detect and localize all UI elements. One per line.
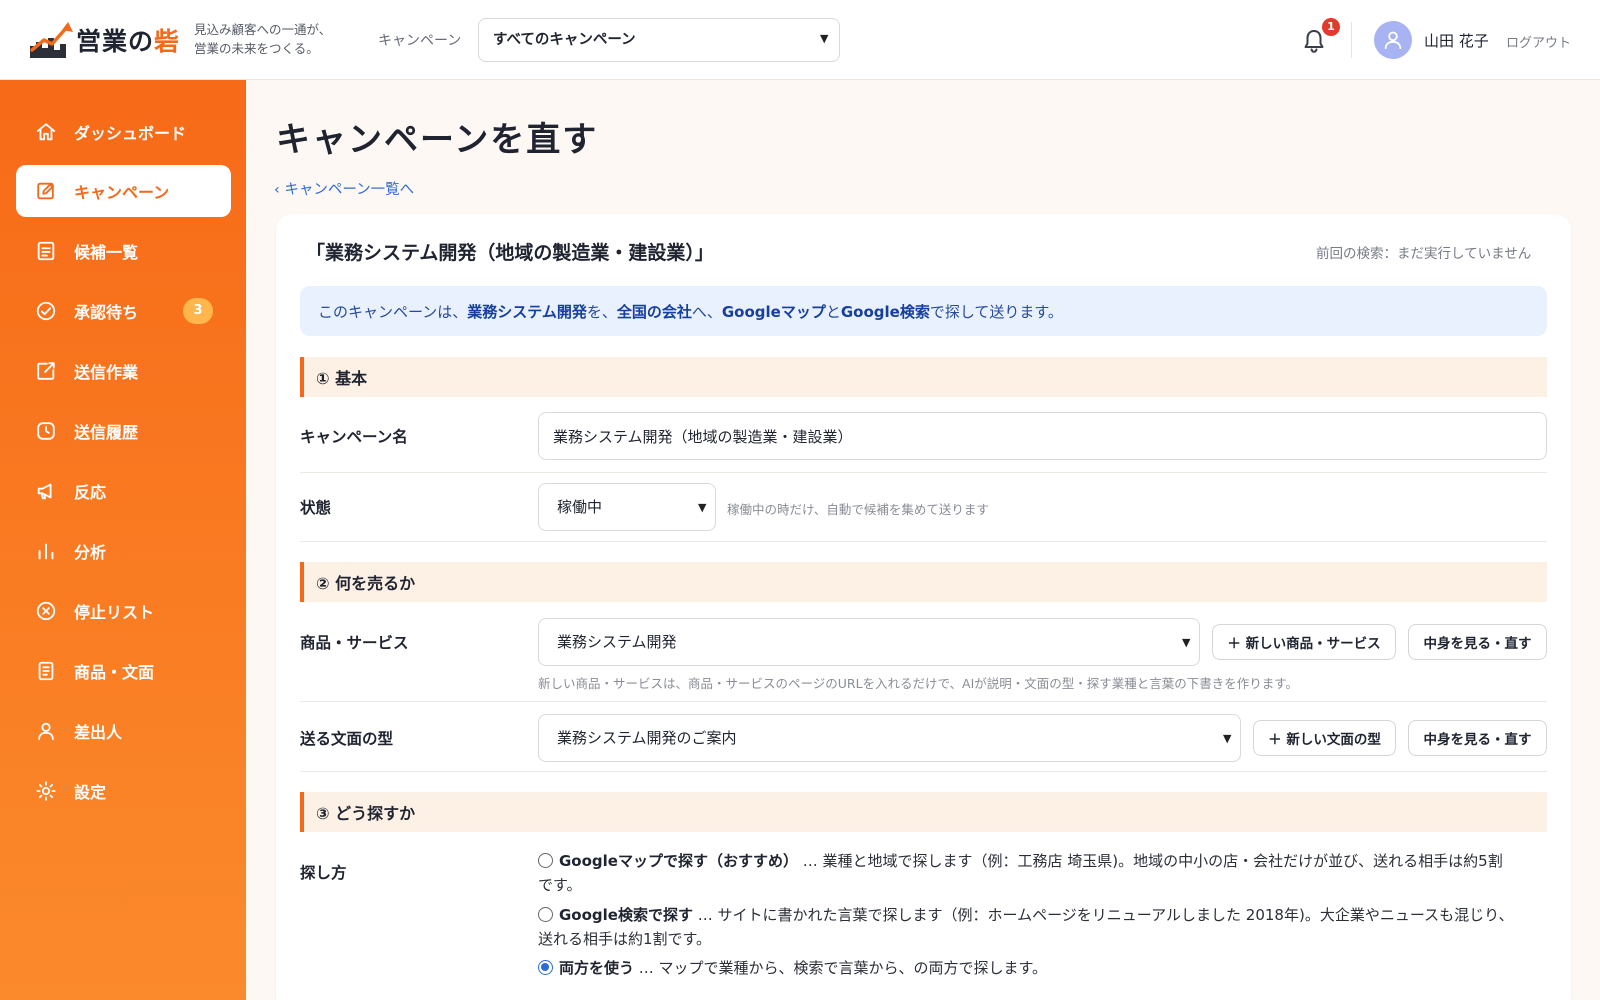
tagline: 見込み顧客への一通が、 営業の未来をつくる。	[194, 22, 332, 56]
bell-icon[interactable]	[1302, 28, 1326, 54]
document-icon	[34, 659, 58, 683]
campaign-name-label: キャンペーン名	[300, 428, 408, 446]
check-circle-icon	[34, 299, 58, 323]
sidebar-item-label: 停止リスト	[74, 603, 155, 622]
campaign-filter-label: キャンペーン	[378, 33, 462, 49]
logo-text: 営業の砦	[76, 27, 181, 56]
sidebar-item-label: 送信作業	[74, 363, 139, 382]
approval-count-badge: 3	[183, 298, 213, 324]
status-select[interactable]: 稼働中	[538, 483, 716, 531]
sidebar-item-label: ダッシュボード	[74, 124, 187, 143]
sidebar-item-products[interactable]: 商品・文面	[16, 645, 231, 697]
sidebar-item-stop-list[interactable]: 停止リスト	[16, 585, 231, 637]
sidebar-item-analytics[interactable]: 分析	[16, 525, 231, 577]
search-option-maps[interactable]: Googleマップで探す（おすすめ） … 業種と地域で探します（例：工務店 埼玉…	[538, 849, 1538, 897]
bar-chart-icon	[34, 539, 58, 563]
status-hint: 稼働中の時だけ、自動で候補を集めて送ります	[727, 502, 989, 517]
campaign-filter-select[interactable]: すべてのキャンペーン	[478, 18, 840, 62]
template-select[interactable]: 業務システム開発のご案内	[538, 714, 1241, 762]
sidebar-item-campaign[interactable]: キャンペーン	[16, 165, 231, 217]
x-circle-icon	[34, 599, 58, 623]
search-option-both[interactable]: 両方を使う … マップで業種から、検索で言葉から、の両方で探します。	[538, 956, 1538, 980]
campaign-summary-banner: このキャンペーンは、 業務システム開発 を、 全国の会社 へ、 Googleマップと Go…	[300, 286, 1547, 336]
sidebar-item-label: 候補一覧	[74, 243, 139, 262]
gear-icon	[34, 779, 58, 803]
sidebar-item-send-task[interactable]: 送信作業	[16, 345, 231, 397]
view-product-button[interactable]: 中身を見る・直す	[1408, 624, 1547, 660]
search-option-web[interactable]: Google検索で探す … サイトに書かれた言葉で探します（例：ホームページをリ…	[538, 903, 1538, 951]
top-header: 営業の砦 見込み顧客への一通が、 営業の未来をつくる。 キャンペーン すべてのキ…	[0, 0, 1600, 80]
new-template-button[interactable]: ＋ 新しい文面の型	[1253, 720, 1396, 756]
sidebar-item-candidates[interactable]: 候補一覧	[16, 225, 231, 277]
user-icon	[34, 719, 58, 743]
both-radio[interactable]	[538, 960, 553, 975]
web-search-radio[interactable]	[538, 907, 553, 922]
sidebar-item-label: キャンペーン	[74, 183, 170, 202]
sidebar-item-dashboard[interactable]: ダッシュボード	[16, 106, 231, 158]
sidebar-item-label: 分析	[74, 543, 107, 562]
megaphone-icon	[34, 479, 58, 503]
sidebar: ダッシュボード キャンペーン 候補一覧 承認待ち 3 送信作業 送信履歴 反応 …	[0, 80, 246, 1000]
sidebar-item-approval[interactable]: 承認待ち 3	[16, 285, 231, 337]
maps-radio[interactable]	[538, 853, 553, 868]
sidebar-item-send-history[interactable]: 送信履歴	[16, 405, 231, 457]
sidebar-item-settings[interactable]: 設定	[16, 765, 231, 817]
search-method-label: 探し方	[300, 864, 347, 882]
avatar[interactable]	[1374, 21, 1412, 59]
sidebar-item-label: 差出人	[74, 723, 123, 742]
back-to-campaign-list-link[interactable]: ‹ キャンペーン一覧へ	[274, 178, 414, 199]
list-icon	[34, 239, 58, 263]
product-select[interactable]: 業務システム開発	[538, 618, 1200, 666]
last-search-status: 前回の検索：まだ実行していません	[1316, 246, 1532, 262]
external-edit-icon	[34, 359, 58, 383]
home-icon	[34, 120, 58, 144]
notification-badge: 1	[1322, 18, 1340, 36]
clock-icon	[34, 419, 58, 443]
row-divider	[300, 771, 1547, 772]
logout-link[interactable]: ログアウト	[1506, 32, 1571, 51]
sidebar-item-label: 反応	[74, 483, 107, 502]
section-how-to-search-header: ③ どう探すか	[300, 792, 1547, 832]
row-divider	[300, 472, 1547, 473]
sidebar-item-label: 承認待ち	[74, 303, 139, 322]
product-label: 商品・サービス	[300, 634, 409, 652]
fortress-logo-icon	[30, 22, 73, 58]
app-logo[interactable]: 営業の砦	[28, 18, 180, 62]
user-name: 山田 花子	[1424, 32, 1489, 50]
page-title: キャンペーンを直す	[276, 120, 599, 160]
campaign-title: 「業務システム開発（地域の製造業・建設業）」	[306, 242, 714, 264]
sidebar-item-label: 商品・文面	[74, 663, 155, 682]
campaign-name-input[interactable]	[538, 412, 1547, 460]
sidebar-item-response[interactable]: 反応	[16, 465, 231, 517]
new-product-button[interactable]: ＋ 新しい商品・サービス	[1212, 624, 1396, 660]
template-label: 送る文面の型	[300, 730, 394, 748]
user-avatar-icon	[1384, 31, 1402, 50]
section-what-to-sell-header: ② 何を売るか	[300, 562, 1547, 602]
header-divider	[1351, 22, 1352, 58]
sidebar-item-label: 設定	[74, 783, 107, 802]
product-hint: 新しい商品・サービスは、商品・サービスのページのURLを入れるだけで、AIが説明…	[538, 676, 1299, 691]
sidebar-item-label: 送信履歴	[74, 423, 139, 442]
view-template-button[interactable]: 中身を見る・直す	[1408, 720, 1547, 756]
row-divider	[300, 701, 1547, 702]
status-label: 状態	[300, 499, 332, 517]
row-divider	[300, 541, 1547, 542]
edit-icon	[34, 179, 58, 203]
sidebar-item-sender[interactable]: 差出人	[16, 705, 231, 757]
section-basic-header: ① 基本	[300, 357, 1547, 397]
